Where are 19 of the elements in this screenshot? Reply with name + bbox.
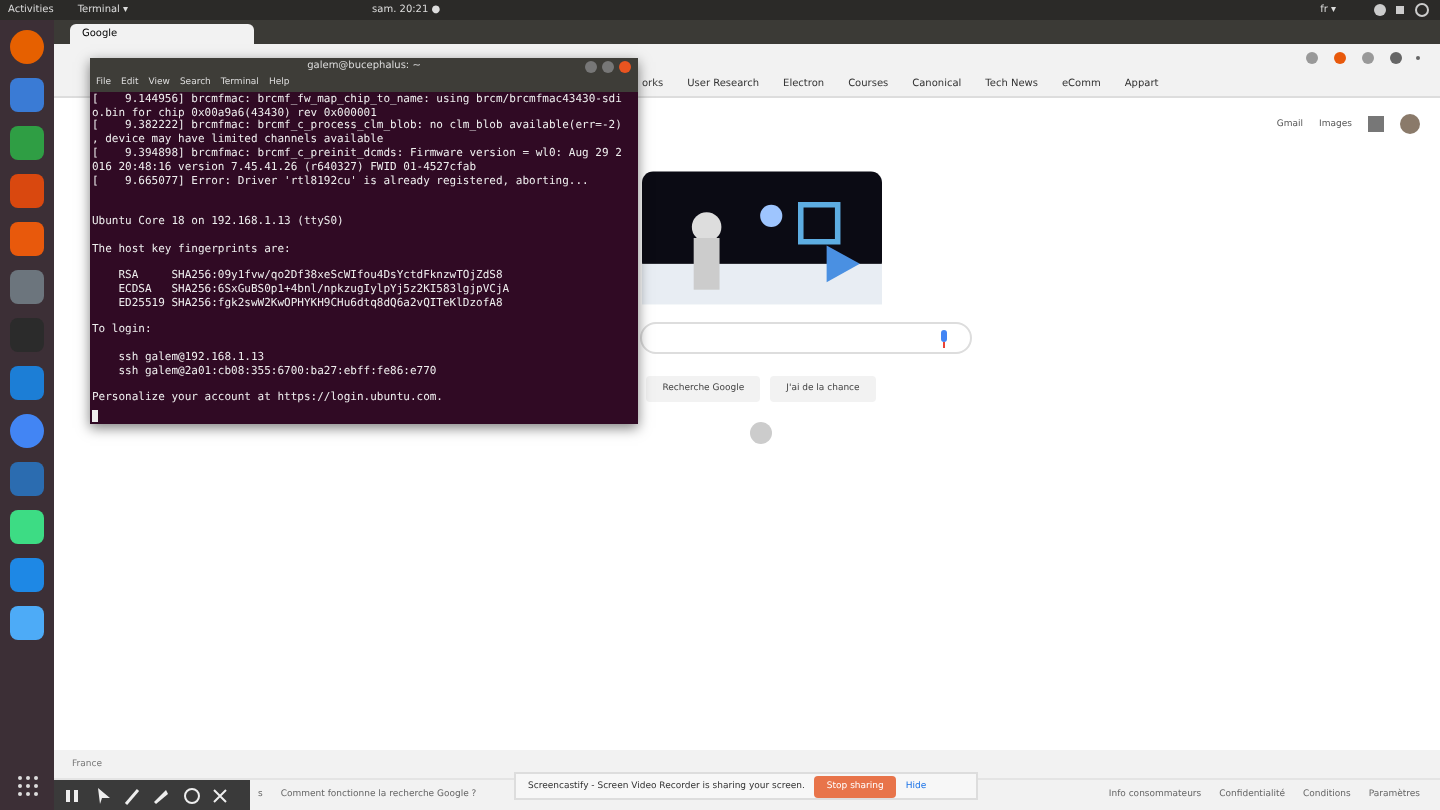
app-icon[interactable]	[10, 30, 44, 64]
app-icon[interactable]	[10, 366, 44, 400]
window-controls-icon[interactable]	[584, 60, 632, 74]
app-icon[interactable]	[10, 510, 44, 544]
extension-icon[interactable]	[1304, 49, 1424, 65]
app-icon[interactable]	[10, 78, 44, 112]
app-icon[interactable]	[10, 414, 44, 448]
cursor	[92, 410, 98, 422]
app-icon[interactable]	[10, 606, 44, 640]
avatar[interactable]	[1400, 114, 1420, 134]
system-tray-icon[interactable]	[1372, 2, 1432, 18]
app-icon[interactable]	[10, 222, 44, 256]
page-indicator	[750, 422, 772, 444]
doodle-drawing[interactable]	[641, 170, 881, 306]
app-icon[interactable]	[10, 126, 44, 160]
app-icon[interactable]	[10, 174, 44, 208]
app-icon[interactable]	[10, 558, 44, 592]
search-field[interactable]	[640, 322, 972, 354]
microphone-icon[interactable]	[938, 329, 950, 347]
